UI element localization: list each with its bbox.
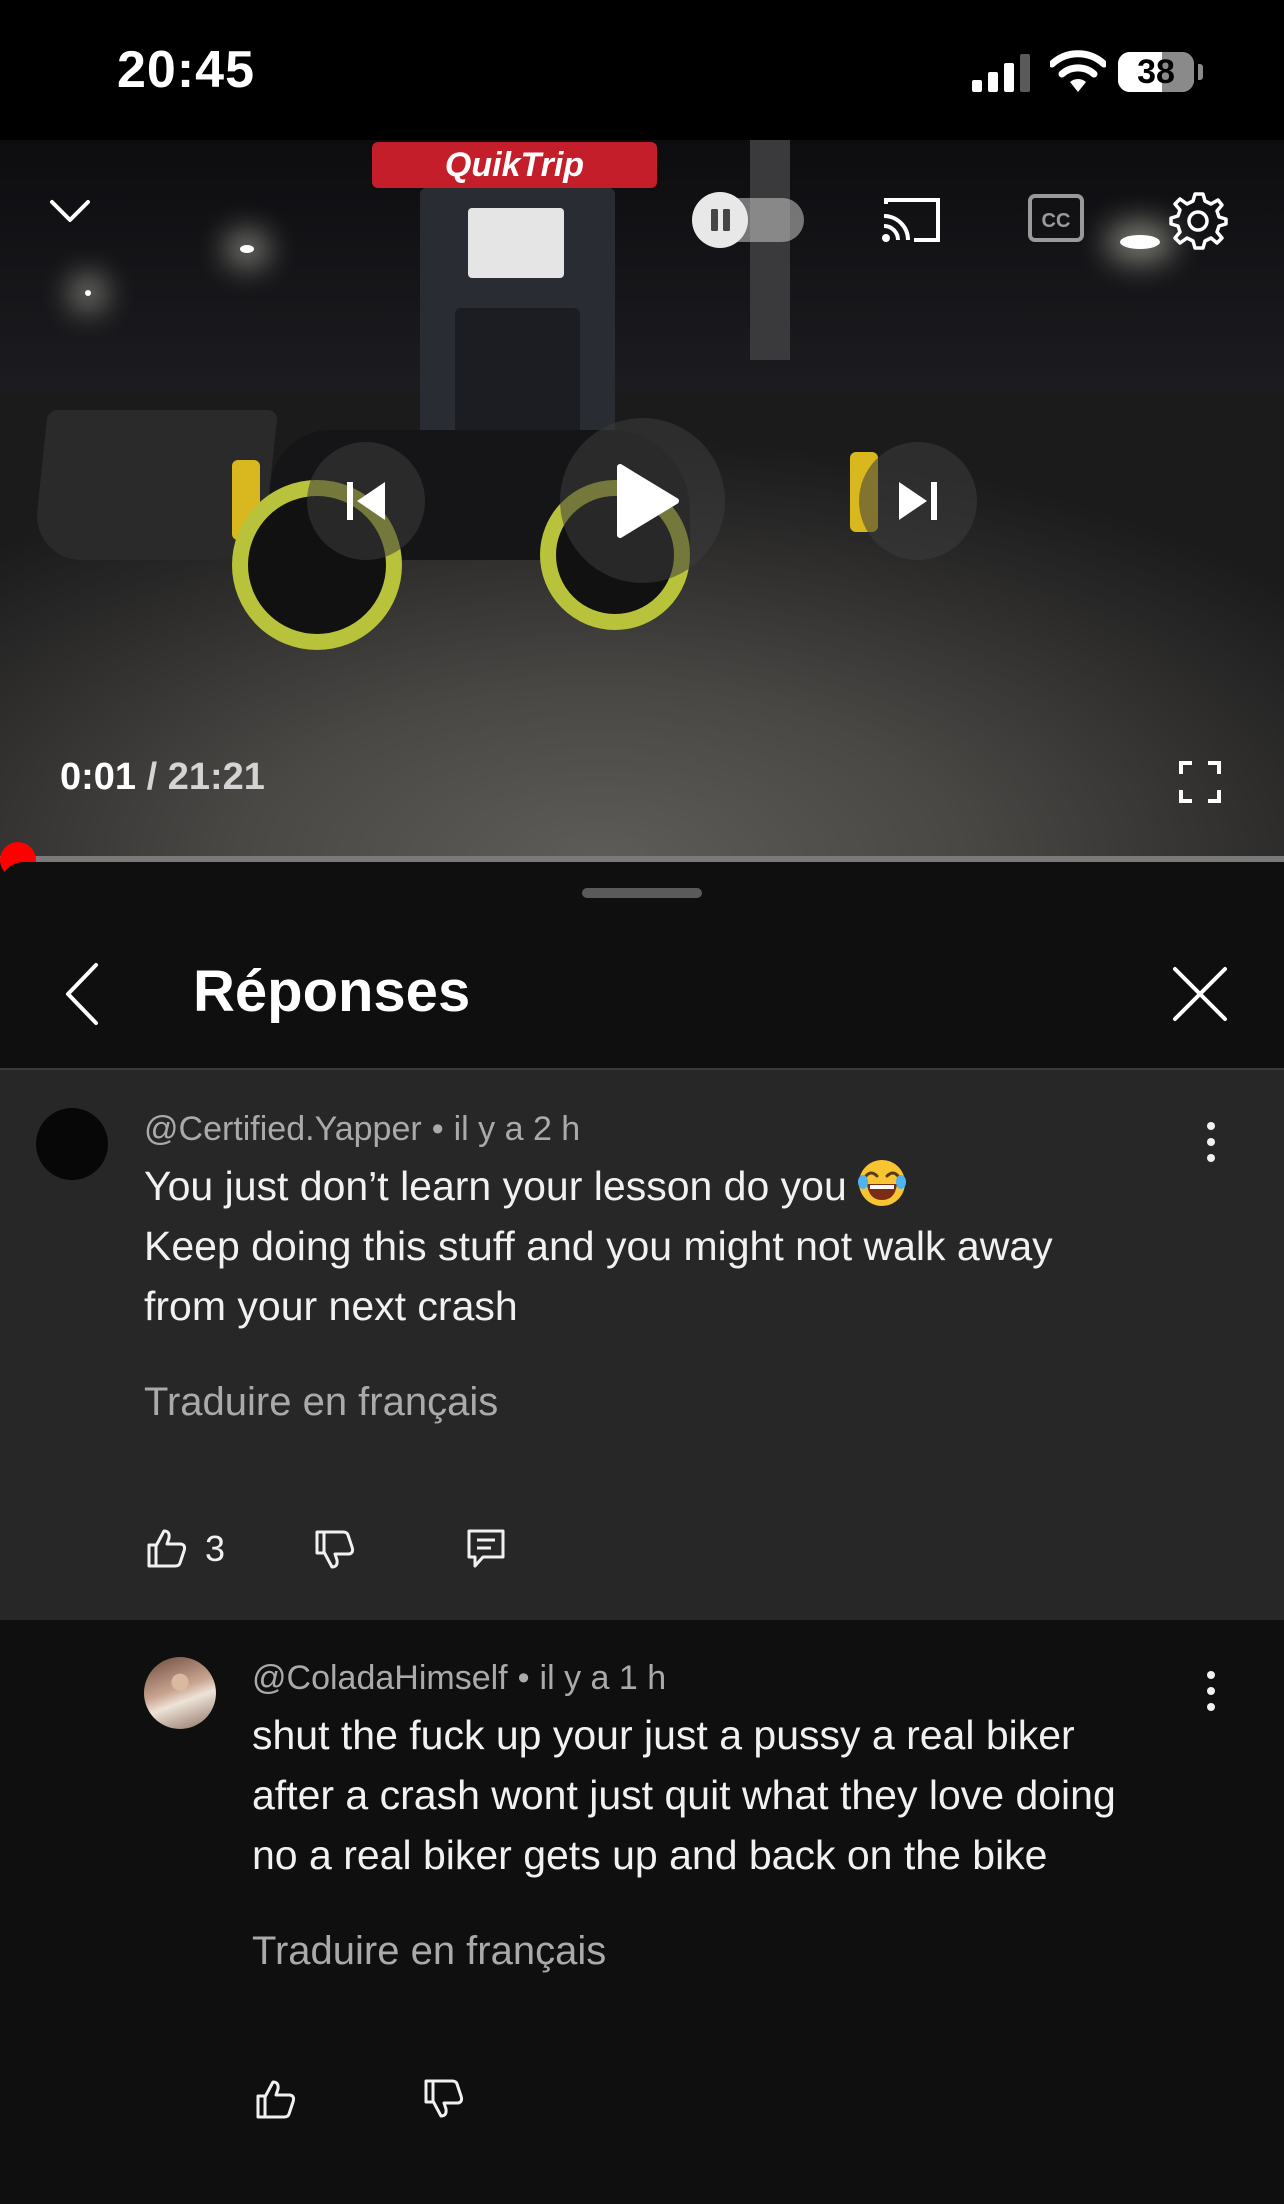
comment-line: You just don’t learn your lesson do you	[144, 1156, 1224, 1216]
comment-meta: @Certified.Yapper • il y a 2 h	[144, 1110, 581, 1148]
autoplay-knob	[692, 192, 748, 248]
translate-link[interactable]: Traduire en français	[252, 1929, 606, 1974]
comment-line: after a crash wont just quit what they l…	[252, 1772, 1116, 1818]
highlighted-comment	[0, 1070, 1284, 1620]
signal-icon	[972, 54, 1032, 92]
play-icon	[616, 463, 680, 539]
comment-time: il y a 2 h	[453, 1110, 581, 1148]
battery-tip	[1198, 64, 1203, 80]
scene-pump-screen	[468, 208, 564, 278]
avatar[interactable]	[144, 1657, 216, 1729]
sheet-title: Réponses	[193, 959, 471, 1024]
translate-link[interactable]: Traduire en français	[144, 1380, 498, 1425]
video-player[interactable]: QuikTrip CC 0:01 / 21:21	[0, 140, 1284, 860]
next-button[interactable]	[859, 442, 977, 560]
autoplay-toggle[interactable]	[692, 192, 804, 248]
previous-icon	[343, 478, 389, 524]
duration: 21:21	[167, 756, 265, 798]
dislike-icon[interactable]	[423, 2078, 465, 2120]
comment-text: shut the fuck up your just a pussy a rea…	[252, 1705, 1252, 1885]
comment-line: no a real biker gets up and back on the …	[252, 1832, 1048, 1878]
cast-icon[interactable]	[880, 194, 942, 244]
scene-canopy: QuikTrip	[372, 142, 657, 188]
comment-meta: @ColadaHimself • il y a 1 h	[252, 1659, 667, 1697]
comment-text: You just don’t learn your lesson do you …	[144, 1156, 1224, 1336]
comment-line: shut the fuck up your just a pussy a rea…	[252, 1712, 1075, 1758]
wifi-icon	[1050, 50, 1106, 94]
scene-sign-text: QuikTrip	[444, 146, 585, 184]
comment-time: il y a 1 h	[539, 1659, 667, 1697]
drag-handle[interactable]	[582, 888, 702, 898]
back-icon[interactable]	[64, 962, 100, 1026]
scene-light	[1120, 235, 1160, 249]
like-icon[interactable]	[146, 1527, 188, 1569]
avatar[interactable]	[36, 1108, 108, 1180]
like-count: 3	[205, 1528, 226, 1569]
svg-text:CC: CC	[1042, 210, 1071, 232]
scene-pump-panel	[455, 308, 580, 438]
comment-line: Keep doing this stuff and you might not …	[144, 1223, 1053, 1269]
fullscreen-icon[interactable]	[1178, 760, 1222, 804]
dislike-icon[interactable]	[314, 1529, 356, 1571]
previous-button[interactable]	[307, 442, 425, 560]
video-time: 0:01 / 21:21	[60, 756, 265, 799]
current-time: 0:01	[60, 756, 137, 798]
time-separator: /	[146, 756, 158, 798]
close-icon[interactable]	[1172, 966, 1228, 1022]
laughing-emoji	[857, 1158, 907, 1208]
like-icon[interactable]	[255, 2078, 297, 2120]
battery-level: 38	[1137, 53, 1175, 91]
status-bar: 20:45 38	[0, 0, 1284, 140]
settings-icon[interactable]	[1168, 190, 1228, 250]
comment-author[interactable]: @ColadaHimself	[252, 1659, 508, 1697]
comment-author[interactable]: @Certified.Yapper	[144, 1110, 422, 1148]
battery-icon: 38	[1118, 52, 1194, 92]
reply-icon[interactable]	[466, 1528, 506, 1570]
chevron-down-icon[interactable]	[48, 196, 92, 226]
scene-light	[240, 245, 254, 253]
scene-light	[85, 290, 91, 296]
scene-pillar	[750, 140, 790, 360]
status-time: 20:45	[117, 41, 255, 99]
captions-icon[interactable]: CC	[1028, 194, 1084, 242]
play-button[interactable]	[560, 418, 725, 583]
next-icon	[895, 478, 941, 524]
comment-line: from your next crash	[144, 1283, 518, 1329]
